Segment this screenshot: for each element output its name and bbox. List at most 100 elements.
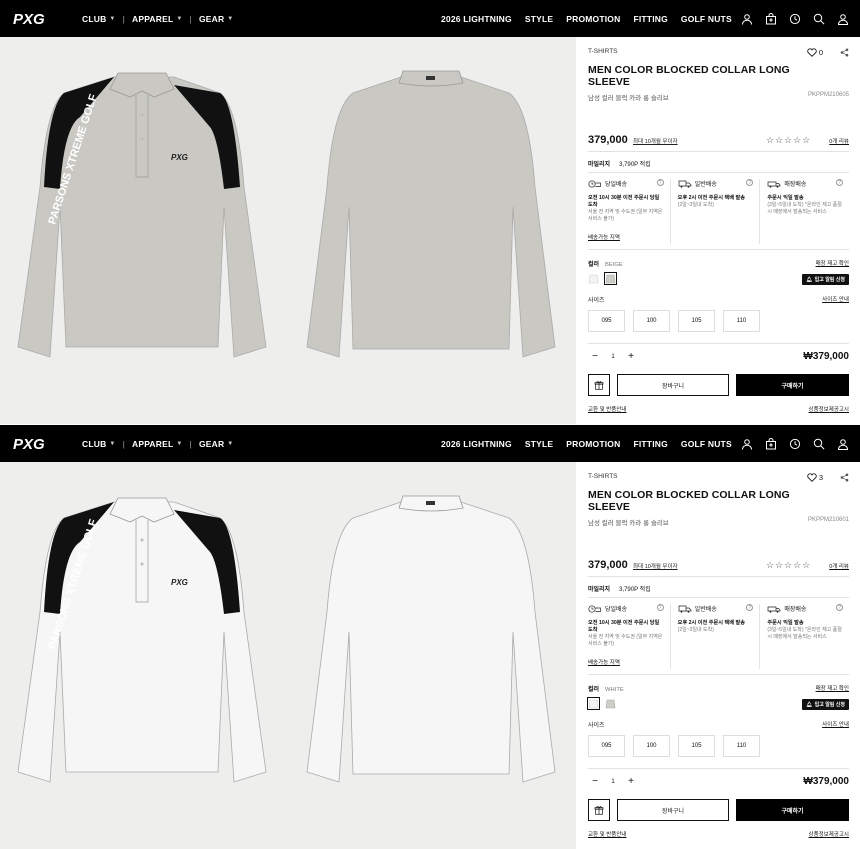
like-count: 3 — [818, 473, 823, 482]
review-link[interactable]: 0개 리뷰 — [829, 562, 849, 570]
qty-increase-button[interactable]: + — [624, 776, 638, 787]
product-code: PKPPM210605 — [807, 92, 849, 98]
user-icon[interactable] — [740, 12, 754, 26]
gift-button[interactable] — [588, 374, 610, 396]
menu-lightning[interactable]: 2026 LIGHTNING — [441, 439, 512, 449]
menu-promotion[interactable]: PROMOTION — [566, 439, 620, 449]
bag-icon[interactable] — [764, 437, 778, 451]
gift-button[interactable] — [588, 799, 610, 821]
help-icon[interactable]: ? — [656, 604, 664, 611]
top-nav: PXG CLUB ▼ | APPAREL ▼ | GEAR ▼ 2026 LIGHTN… — [0, 0, 860, 37]
total-price: ₩379,000 — [803, 776, 849, 787]
divider — [588, 576, 849, 577]
color-swatch-beige[interactable] — [605, 698, 616, 709]
size-option[interactable]: 100 — [633, 735, 670, 757]
shipping-desc: 오전 10시 30분 이전 주문시 당일도착 — [588, 195, 660, 208]
shirt-front-image[interactable]: PARSONS XTREME GOLF PXG — [14, 492, 270, 792]
qty-increase-button[interactable]: + — [624, 351, 638, 362]
menu-style[interactable]: STYLE — [525, 439, 553, 449]
purchase-actions: 장바구니 구매하기 — [588, 799, 849, 821]
restock-alert-button[interactable]: 🔔︎ 입고 알림 신청 — [802, 274, 849, 285]
installment-link[interactable]: 최대 10개월 무이자 — [633, 137, 678, 145]
like-button[interactable]: 0 — [807, 48, 823, 57]
menu-club[interactable]: CLUB ▼ — [82, 14, 116, 24]
buy-now-button[interactable]: 구매하기 — [736, 374, 849, 396]
menu-style[interactable]: STYLE — [525, 14, 553, 24]
buy-now-button[interactable]: 구매하기 — [736, 799, 849, 821]
search-icon[interactable] — [812, 437, 826, 451]
recent-icon[interactable] — [788, 12, 802, 26]
qty-value[interactable]: 1 — [602, 354, 624, 360]
logo-text: PXG — [13, 436, 45, 453]
add-to-cart-button[interactable]: 장바구니 — [617, 374, 729, 396]
product-info-notice-link[interactable]: 상품정보제공고시 — [809, 405, 849, 413]
size-option[interactable]: 105 — [678, 735, 715, 757]
restock-alert-button[interactable]: 🔔︎ 입고 알림 신청 — [802, 699, 849, 710]
search-icon[interactable] — [812, 12, 826, 26]
size-option[interactable]: 110 — [723, 310, 760, 332]
menu-club[interactable]: CLUB ▼ — [82, 439, 116, 449]
stock-check-link[interactable]: 매장 재고 확인 — [816, 684, 849, 692]
recent-icon[interactable] — [788, 437, 802, 451]
shipping-title: 매장배송 — [784, 182, 807, 188]
user-icon[interactable] — [740, 437, 754, 451]
size-option[interactable]: 095 — [588, 310, 625, 332]
shirt-front-image[interactable]: PARSONS XTREME GOLF PXG — [14, 67, 270, 367]
qty-decrease-button[interactable]: − — [588, 351, 602, 362]
help-icon[interactable]: ? — [656, 179, 664, 186]
share-button[interactable] — [840, 48, 849, 59]
shirt-back-image[interactable] — [303, 67, 559, 367]
menu-golf-nuts[interactable]: GOLF NUTS — [681, 14, 732, 24]
product-category[interactable]: T-SHIRTS — [588, 473, 618, 480]
menu-gear[interactable]: GEAR ▼ — [199, 439, 234, 449]
installment-link[interactable]: 최대 10개월 무이자 — [633, 562, 678, 570]
menu-fitting[interactable]: FITTING — [633, 439, 667, 449]
account-icon[interactable] — [836, 437, 850, 451]
help-icon[interactable]: ? — [836, 179, 844, 186]
size-option[interactable]: 095 — [588, 735, 625, 757]
stock-check-link[interactable]: 매장 재고 확인 — [816, 259, 849, 267]
clock-truck-icon — [588, 179, 601, 188]
review-link[interactable]: 0개 리뷰 — [829, 137, 849, 145]
menu-promotion[interactable]: PROMOTION — [566, 14, 620, 24]
divider — [588, 597, 849, 598]
color-row: 컬러 BEIGE — [588, 259, 623, 268]
color-swatch-white[interactable] — [588, 273, 599, 284]
color-label: 컬러 — [588, 687, 600, 693]
account-icon[interactable] — [836, 12, 850, 26]
menu-apparel[interactable]: APPAREL ▼ — [132, 14, 183, 24]
exchange-return-link[interactable]: 교환 및 반품안내 — [588, 830, 626, 838]
pxg-logo[interactable]: PXG — [13, 9, 47, 28]
shipping-option-store: 매장배송 ? 주문시 익일 발송 (3일~5일내 도착) *온라인 재고 품절시… — [759, 604, 849, 669]
menu-fitting[interactable]: FITTING — [633, 14, 667, 24]
qty-decrease-button[interactable]: − — [588, 776, 602, 787]
like-button[interactable]: 3 — [807, 473, 823, 482]
color-swatch-white[interactable] — [587, 697, 600, 710]
product-category[interactable]: T-SHIRTS — [588, 48, 618, 55]
product-gallery: PARSONS XTREME GOLF PXG — [0, 37, 576, 424]
shipping-desc: 오전 10시 30분 이전 주문시 당일도착 — [588, 620, 660, 633]
shirt-back-image[interactable] — [303, 492, 559, 792]
chevron-down-icon: ▼ — [227, 15, 234, 22]
shipping-area-link[interactable]: 배송가능 지역 — [588, 233, 620, 241]
mileage-label: 마일리지 — [588, 587, 611, 593]
menu-apparel[interactable]: APPAREL ▼ — [132, 439, 183, 449]
product-info-notice-link[interactable]: 상품정보제공고시 — [809, 830, 849, 838]
pxg-logo[interactable]: PXG — [13, 434, 47, 453]
size-guide-link[interactable]: 사이즈 안내 — [822, 295, 849, 303]
exchange-return-link[interactable]: 교환 및 반품안내 — [588, 405, 626, 413]
size-guide-link[interactable]: 사이즈 안내 — [822, 720, 849, 728]
size-option[interactable]: 110 — [723, 735, 760, 757]
menu-lightning[interactable]: 2026 LIGHTNING — [441, 14, 512, 24]
size-option[interactable]: 105 — [678, 310, 715, 332]
menu-gear[interactable]: GEAR ▼ — [199, 14, 234, 24]
add-to-cart-button[interactable]: 장바구니 — [617, 799, 729, 821]
share-button[interactable] — [840, 473, 849, 484]
help-icon[interactable]: ? — [836, 604, 844, 611]
qty-value[interactable]: 1 — [602, 779, 624, 785]
bag-icon[interactable] — [764, 12, 778, 26]
size-option[interactable]: 100 — [633, 310, 670, 332]
shipping-area-link[interactable]: 배송가능 지역 — [588, 658, 620, 666]
color-swatch-beige[interactable] — [604, 272, 617, 285]
menu-golf-nuts[interactable]: GOLF NUTS — [681, 439, 732, 449]
